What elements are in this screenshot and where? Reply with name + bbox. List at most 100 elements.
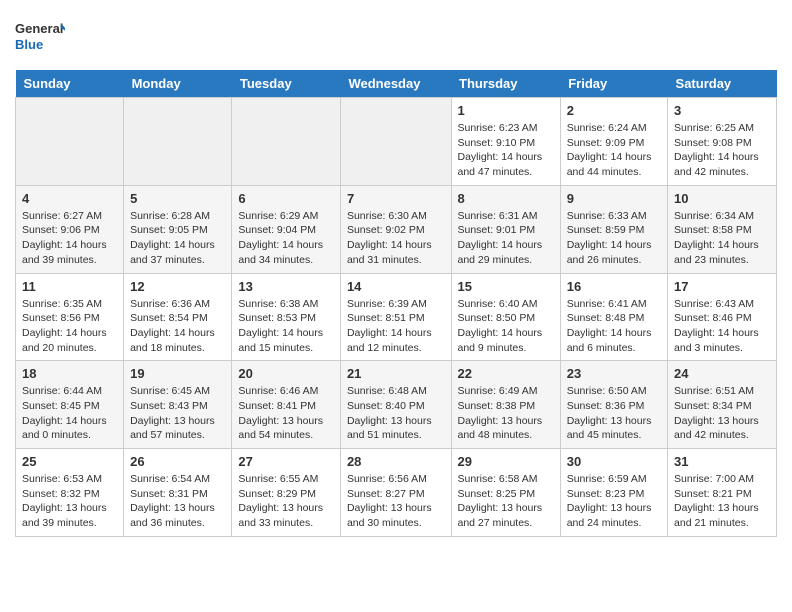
day-number: 28	[347, 454, 445, 469]
calendar-cell: 12 Sunrise: 6:36 AM Sunset: 8:54 PM Dayli…	[124, 273, 232, 361]
calendar-cell: 27 Sunrise: 6:55 AM Sunset: 8:29 PM Dayli…	[232, 449, 341, 537]
cell-content: Sunrise: 6:31 AM Sunset: 9:01 PM Dayligh…	[458, 209, 554, 268]
cell-content: Sunrise: 6:39 AM Sunset: 8:51 PM Dayligh…	[347, 297, 445, 356]
calendar-week-row: 11 Sunrise: 6:35 AM Sunset: 8:56 PM Dayli…	[16, 273, 777, 361]
calendar-cell	[16, 98, 124, 186]
calendar-cell	[232, 98, 341, 186]
cell-content: Sunrise: 6:36 AM Sunset: 8:54 PM Dayligh…	[130, 297, 225, 356]
day-number: 9	[567, 191, 661, 206]
cell-content: Sunrise: 7:00 AM Sunset: 8:21 PM Dayligh…	[674, 472, 770, 531]
cell-content: Sunrise: 6:53 AM Sunset: 8:32 PM Dayligh…	[22, 472, 117, 531]
svg-text:Blue: Blue	[15, 37, 43, 52]
cell-content: Sunrise: 6:51 AM Sunset: 8:34 PM Dayligh…	[674, 384, 770, 443]
calendar-cell: 20 Sunrise: 6:46 AM Sunset: 8:41 PM Dayli…	[232, 361, 341, 449]
calendar-cell: 11 Sunrise: 6:35 AM Sunset: 8:56 PM Dayli…	[16, 273, 124, 361]
day-number: 6	[238, 191, 334, 206]
calendar-cell: 25 Sunrise: 6:53 AM Sunset: 8:32 PM Dayli…	[16, 449, 124, 537]
cell-content: Sunrise: 6:29 AM Sunset: 9:04 PM Dayligh…	[238, 209, 334, 268]
calendar-cell: 5 Sunrise: 6:28 AM Sunset: 9:05 PM Daylig…	[124, 185, 232, 273]
calendar-cell: 15 Sunrise: 6:40 AM Sunset: 8:50 PM Dayli…	[451, 273, 560, 361]
weekday-header-friday: Friday	[560, 70, 667, 98]
cell-content: Sunrise: 6:40 AM Sunset: 8:50 PM Dayligh…	[458, 297, 554, 356]
calendar-cell: 30 Sunrise: 6:59 AM Sunset: 8:23 PM Dayli…	[560, 449, 667, 537]
day-number: 22	[458, 366, 554, 381]
cell-content: Sunrise: 6:34 AM Sunset: 8:58 PM Dayligh…	[674, 209, 770, 268]
cell-content: Sunrise: 6:25 AM Sunset: 9:08 PM Dayligh…	[674, 121, 770, 180]
day-number: 23	[567, 366, 661, 381]
calendar-cell: 22 Sunrise: 6:49 AM Sunset: 8:38 PM Dayli…	[451, 361, 560, 449]
cell-content: Sunrise: 6:28 AM Sunset: 9:05 PM Dayligh…	[130, 209, 225, 268]
day-number: 24	[674, 366, 770, 381]
cell-content: Sunrise: 6:48 AM Sunset: 8:40 PM Dayligh…	[347, 384, 445, 443]
weekday-header-monday: Monday	[124, 70, 232, 98]
weekday-header-row: SundayMondayTuesdayWednesdayThursdayFrid…	[16, 70, 777, 98]
calendar-cell: 23 Sunrise: 6:50 AM Sunset: 8:36 PM Dayli…	[560, 361, 667, 449]
day-number: 7	[347, 191, 445, 206]
day-number: 31	[674, 454, 770, 469]
day-number: 18	[22, 366, 117, 381]
calendar-week-row: 4Sunrise: 6:27 AM Sunset: 9:06 PM Daylig…	[16, 185, 777, 273]
day-number: 17	[674, 279, 770, 294]
cell-content: Sunrise: 6:33 AM Sunset: 8:59 PM Dayligh…	[567, 209, 661, 268]
weekday-header-wednesday: Wednesday	[340, 70, 451, 98]
cell-content: Sunrise: 6:56 AM Sunset: 8:27 PM Dayligh…	[347, 472, 445, 531]
day-number: 16	[567, 279, 661, 294]
calendar-week-row: 18 Sunrise: 6:44 AM Sunset: 8:45 PM Dayli…	[16, 361, 777, 449]
calendar-cell: 3 Sunrise: 6:25 AM Sunset: 9:08 PM Daylig…	[668, 98, 777, 186]
day-number: 5	[130, 191, 225, 206]
weekday-header-tuesday: Tuesday	[232, 70, 341, 98]
weekday-header-sunday: Sunday	[16, 70, 124, 98]
day-number: 1	[458, 103, 554, 118]
cell-content: Sunrise: 6:55 AM Sunset: 8:29 PM Dayligh…	[238, 472, 334, 531]
cell-content: Sunrise: 6:35 AM Sunset: 8:56 PM Dayligh…	[22, 297, 117, 356]
cell-content: Sunrise: 6:50 AM Sunset: 8:36 PM Dayligh…	[567, 384, 661, 443]
day-number: 26	[130, 454, 225, 469]
calendar-cell: 16 Sunrise: 6:41 AM Sunset: 8:48 PM Dayli…	[560, 273, 667, 361]
cell-content: Sunrise: 6:23 AM Sunset: 9:10 PM Dayligh…	[458, 121, 554, 180]
cell-content: Sunrise: 6:41 AM Sunset: 8:48 PM Dayligh…	[567, 297, 661, 356]
calendar-week-row: 25 Sunrise: 6:53 AM Sunset: 8:32 PM Dayli…	[16, 449, 777, 537]
calendar-cell: 8 Sunrise: 6:31 AM Sunset: 9:01 PM Daylig…	[451, 185, 560, 273]
cell-content: Sunrise: 6:49 AM Sunset: 8:38 PM Dayligh…	[458, 384, 554, 443]
day-number: 21	[347, 366, 445, 381]
logo-svg: General Blue	[15, 15, 65, 60]
cell-content: Sunrise: 6:24 AM Sunset: 9:09 PM Dayligh…	[567, 121, 661, 180]
day-number: 12	[130, 279, 225, 294]
calendar-cell: 10Sunrise: 6:34 AM Sunset: 8:58 PM Dayli…	[668, 185, 777, 273]
calendar-cell: 1 Sunrise: 6:23 AM Sunset: 9:10 PM Daylig…	[451, 98, 560, 186]
calendar-cell: 2 Sunrise: 6:24 AM Sunset: 9:09 PM Daylig…	[560, 98, 667, 186]
day-number: 2	[567, 103, 661, 118]
cell-content: Sunrise: 6:46 AM Sunset: 8:41 PM Dayligh…	[238, 384, 334, 443]
cell-content: Sunrise: 6:54 AM Sunset: 8:31 PM Dayligh…	[130, 472, 225, 531]
cell-content: Sunrise: 6:45 AM Sunset: 8:43 PM Dayligh…	[130, 384, 225, 443]
logo: General Blue	[15, 15, 65, 60]
calendar-cell: 13 Sunrise: 6:38 AM Sunset: 8:53 PM Dayli…	[232, 273, 341, 361]
calendar-cell: 9 Sunrise: 6:33 AM Sunset: 8:59 PM Daylig…	[560, 185, 667, 273]
calendar-cell: 6 Sunrise: 6:29 AM Sunset: 9:04 PM Daylig…	[232, 185, 341, 273]
cell-content: Sunrise: 6:58 AM Sunset: 8:25 PM Dayligh…	[458, 472, 554, 531]
cell-content: Sunrise: 6:59 AM Sunset: 8:23 PM Dayligh…	[567, 472, 661, 531]
cell-content: Sunrise: 6:38 AM Sunset: 8:53 PM Dayligh…	[238, 297, 334, 356]
cell-content: Sunrise: 6:44 AM Sunset: 8:45 PM Dayligh…	[22, 384, 117, 443]
calendar-table: SundayMondayTuesdayWednesdayThursdayFrid…	[15, 70, 777, 537]
cell-content: Sunrise: 6:30 AM Sunset: 9:02 PM Dayligh…	[347, 209, 445, 268]
day-number: 8	[458, 191, 554, 206]
calendar-cell	[124, 98, 232, 186]
day-number: 4	[22, 191, 117, 206]
calendar-cell: 29Sunrise: 6:58 AM Sunset: 8:25 PM Dayli…	[451, 449, 560, 537]
day-number: 11	[22, 279, 117, 294]
calendar-cell: 26 Sunrise: 6:54 AM Sunset: 8:31 PM Dayli…	[124, 449, 232, 537]
day-number: 13	[238, 279, 334, 294]
day-number: 3	[674, 103, 770, 118]
day-number: 30	[567, 454, 661, 469]
day-number: 27	[238, 454, 334, 469]
day-number: 25	[22, 454, 117, 469]
day-number: 20	[238, 366, 334, 381]
calendar-cell: 7 Sunrise: 6:30 AM Sunset: 9:02 PM Daylig…	[340, 185, 451, 273]
calendar-cell: 21 Sunrise: 6:48 AM Sunset: 8:40 PM Dayli…	[340, 361, 451, 449]
day-number: 15	[458, 279, 554, 294]
calendar-cell: 19Sunrise: 6:45 AM Sunset: 8:43 PM Dayli…	[124, 361, 232, 449]
day-number: 14	[347, 279, 445, 294]
calendar-cell: 4Sunrise: 6:27 AM Sunset: 9:06 PM Daylig…	[16, 185, 124, 273]
weekday-header-saturday: Saturday	[668, 70, 777, 98]
